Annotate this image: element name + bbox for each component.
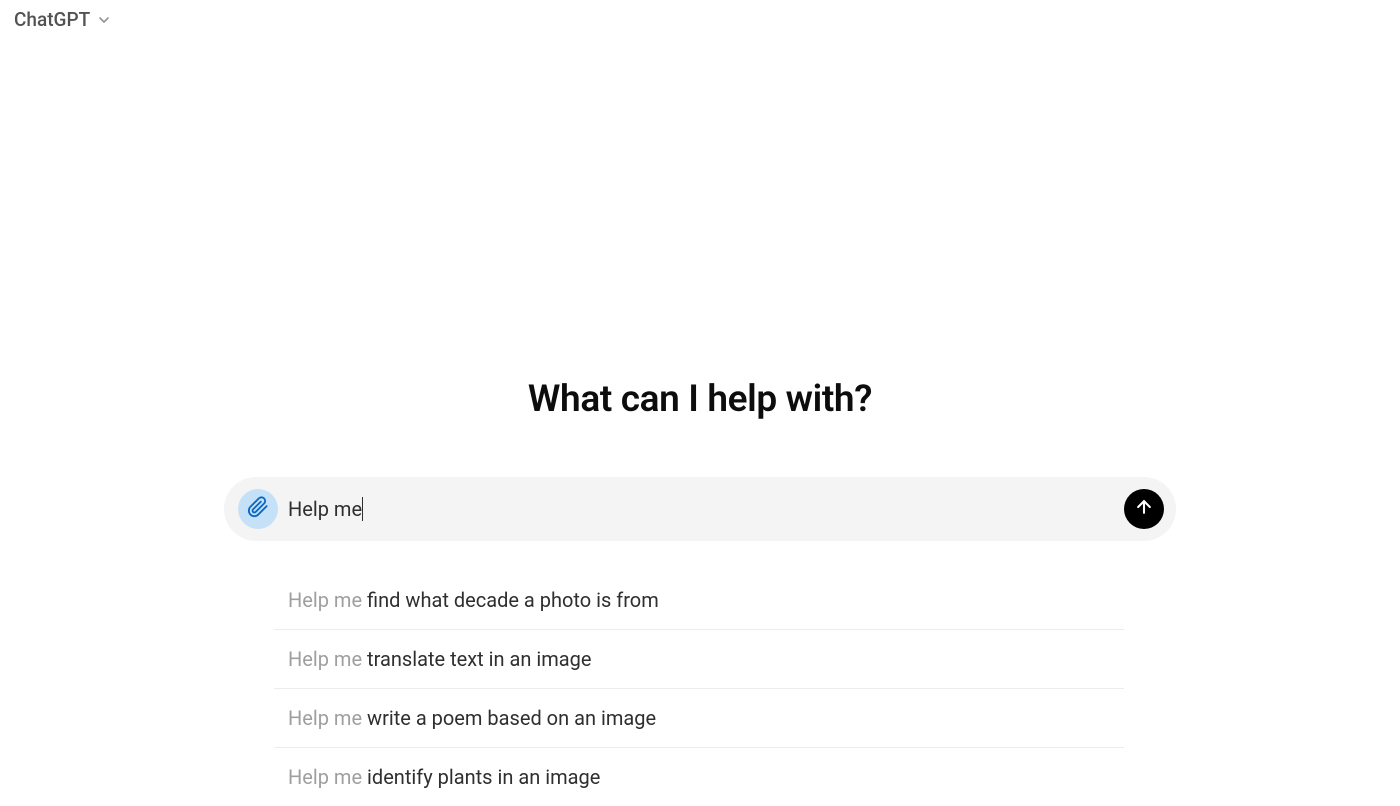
page-heading: What can I help with? <box>528 378 872 421</box>
text-cursor <box>362 497 363 521</box>
prompt-input[interactable]: Help me <box>288 497 1114 521</box>
attach-button[interactable] <box>238 489 278 529</box>
chevron-down-icon <box>96 12 112 28</box>
send-button[interactable] <box>1124 489 1164 529</box>
suggestion-prefix: Help me <box>288 706 367 730</box>
prompt-input-bar: Help me <box>224 477 1176 541</box>
suggestion-prefix: Help me <box>288 647 367 671</box>
suggestion-text: identify plants in an image <box>367 765 600 789</box>
model-selector[interactable]: ChatGPT <box>14 8 112 31</box>
suggestion-text: find what decade a photo is from <box>367 588 659 612</box>
suggestions-list: Help me find what decade a photo is from… <box>274 571 1124 806</box>
suggestion-text: write a poem based on an image <box>367 706 656 730</box>
suggestion-text: translate text in an image <box>367 647 591 671</box>
prompt-input-text: Help me <box>288 497 362 521</box>
model-name-label: ChatGPT <box>14 8 90 31</box>
arrow-up-icon <box>1134 497 1154 521</box>
suggestion-item[interactable]: Help me translate text in an image <box>274 630 1124 689</box>
suggestion-prefix: Help me <box>288 588 367 612</box>
suggestion-item[interactable]: Help me write a poem based on an image <box>274 689 1124 748</box>
main-content: What can I help with? Help me Help me fi… <box>224 378 1176 806</box>
suggestion-item[interactable]: Help me find what decade a photo is from <box>274 571 1124 630</box>
paperclip-icon <box>247 496 269 522</box>
suggestion-item[interactable]: Help me identify plants in an image <box>274 748 1124 806</box>
suggestion-prefix: Help me <box>288 765 367 789</box>
